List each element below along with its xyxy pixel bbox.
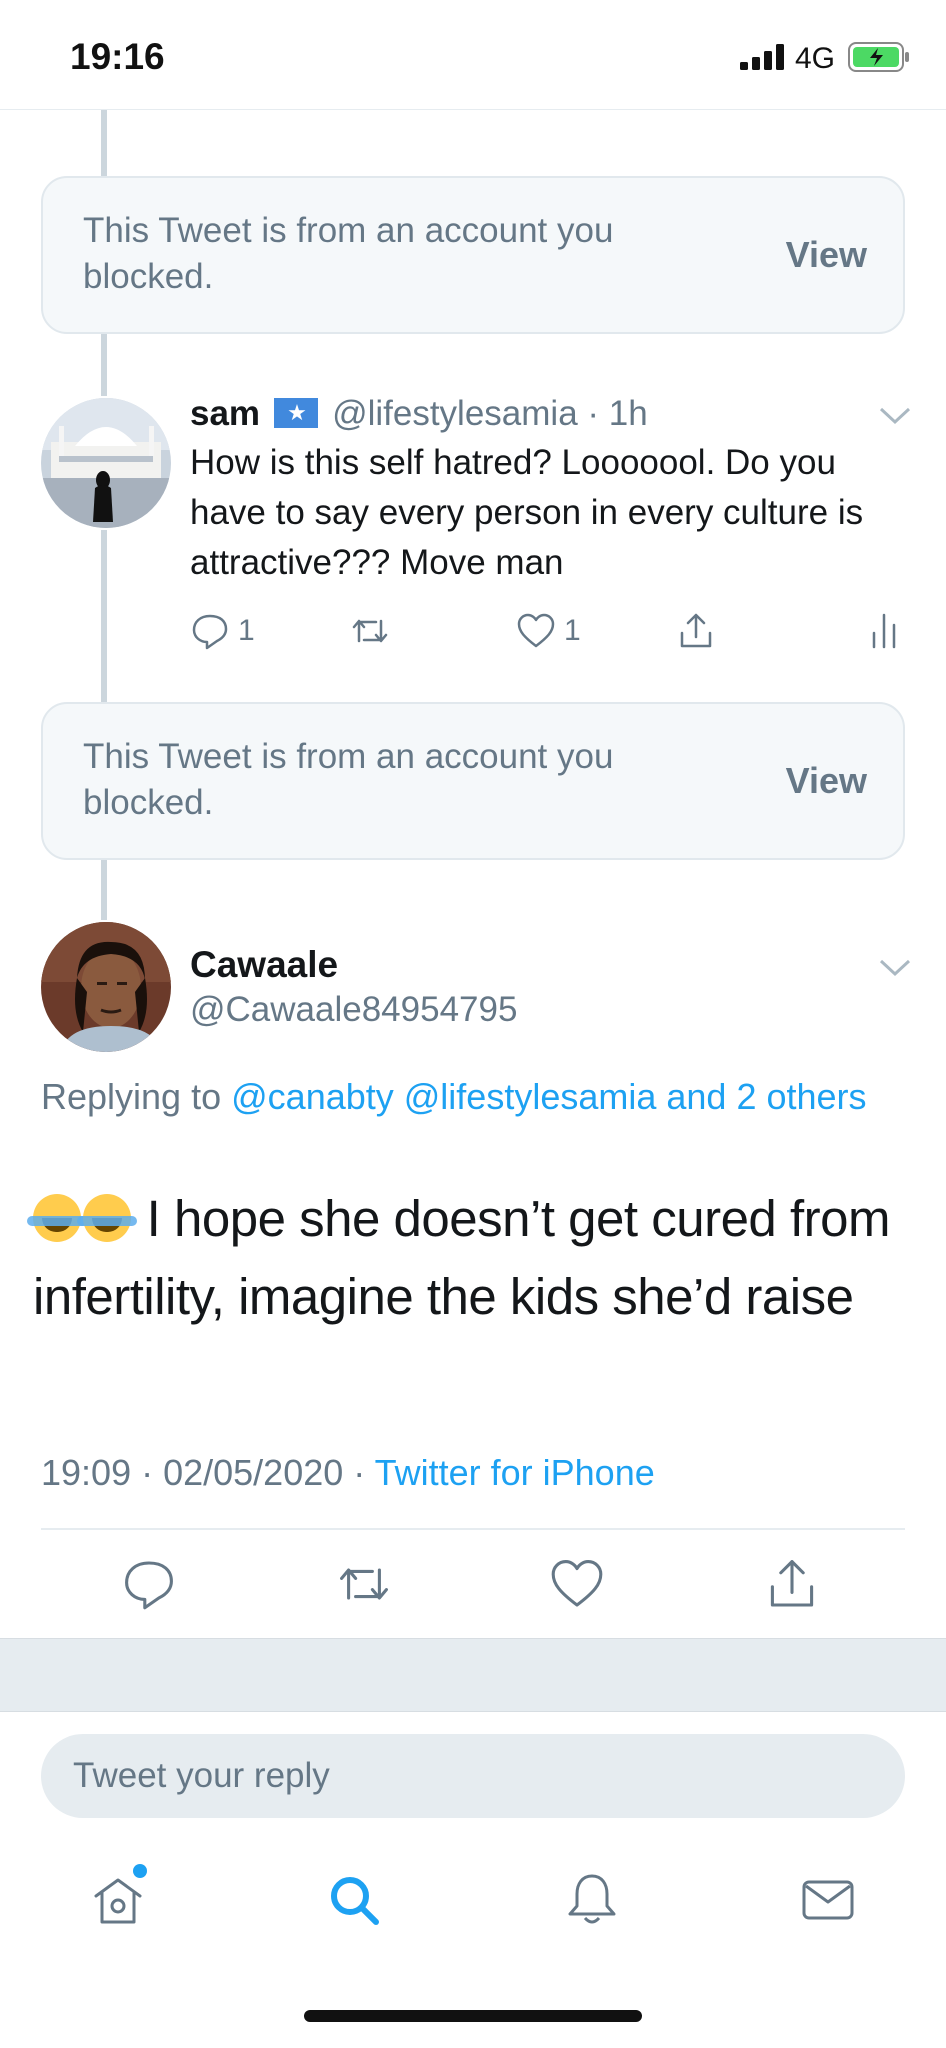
status-time: 19:16	[70, 36, 165, 77]
view-blocked-tweet-button[interactable]: View	[786, 760, 867, 802]
replying-to-users-link[interactable]: @canabty @lifestylesamia and 2 others	[231, 1076, 866, 1117]
reply-input[interactable]: Tweet your reply	[41, 1734, 905, 1818]
tears-of-joy-emoji-icon	[77, 1194, 137, 1242]
like-button[interactable]: 1	[516, 606, 581, 656]
signal-icon	[740, 44, 784, 70]
tears-of-joy-emoji-icon	[27, 1194, 87, 1242]
home-notification-dot	[133, 1864, 147, 1878]
focused-tweet-actions	[0, 1556, 946, 1616]
like-count: 1	[564, 614, 581, 647]
focused-tweet-body: I hope she doesn’t get cured from infert…	[33, 1190, 890, 1325]
home-indicator[interactable]	[304, 2010, 642, 2022]
like-button[interactable]	[549, 1556, 605, 1612]
tweet-author-name[interactable]: Cawaale	[190, 944, 338, 986]
messages-icon	[802, 1880, 854, 1920]
reply-button[interactable]	[121, 1556, 177, 1612]
share-icon	[680, 613, 712, 648]
analytics-button[interactable]	[866, 606, 906, 656]
retweet-icon	[352, 619, 388, 643]
battery-icon	[848, 42, 909, 72]
analytics-icon	[872, 613, 896, 649]
like-icon	[517, 613, 555, 648]
tab-messages[interactable]	[798, 1870, 858, 1930]
tweet-source-link[interactable]: Twitter for iPhone	[375, 1452, 655, 1493]
tweet-header: sam @lifestylesamia · 1h	[190, 394, 648, 434]
blocked-tweet-notice: This Tweet is from an account you blocke…	[41, 176, 905, 334]
tweet-timestamp: 19:09 · 02/05/2020 ·	[41, 1452, 366, 1493]
reply-count: 1	[238, 614, 255, 647]
tab-home[interactable]	[88, 1870, 148, 1930]
like-icon	[551, 1560, 603, 1607]
divider	[41, 1528, 905, 1530]
reply-input-placeholder: Tweet your reply	[73, 1756, 330, 1795]
notifications-icon	[568, 1874, 616, 1924]
status-bar: 19:16 4G	[0, 0, 946, 110]
tweet-author-handle[interactable]: @Cawaale84954795	[190, 990, 517, 1030]
avatar[interactable]	[41, 398, 171, 528]
tweet-author-name[interactable]: sam	[190, 394, 260, 433]
thread-line	[101, 110, 107, 176]
section-separator	[0, 1638, 946, 1712]
chevron-down-icon[interactable]	[878, 958, 912, 978]
tweet-time: · 1h	[587, 394, 648, 433]
retweet-button[interactable]	[350, 606, 390, 656]
replying-prefix: Replying to	[41, 1076, 222, 1117]
avatar[interactable]	[41, 922, 171, 1052]
thread-line	[101, 860, 107, 920]
tab-search[interactable]	[324, 1870, 384, 1930]
blocked-tweet-text: This Tweet is from an account you blocke…	[83, 737, 614, 822]
focused-tweet-text: I hope she doesn’t get cured from infert…	[27, 1180, 913, 1336]
share-button[interactable]	[764, 1556, 820, 1612]
view-blocked-tweet-button[interactable]: View	[786, 234, 867, 276]
thread-line	[101, 334, 107, 396]
tweet-actions: 1 1	[190, 606, 900, 656]
tab-notifications[interactable]	[562, 1870, 622, 1930]
reply-icon	[192, 614, 228, 650]
retweet-icon	[340, 1568, 388, 1600]
reply-icon	[125, 1561, 173, 1610]
share-icon	[770, 1560, 814, 1607]
blocked-tweet-notice: This Tweet is from an account you blocke…	[41, 702, 905, 860]
reply-button[interactable]: 1	[190, 606, 255, 656]
home-icon	[94, 1878, 142, 1924]
tweet-author-handle[interactable]: @lifestylesamia	[332, 394, 578, 433]
search-icon	[331, 1877, 379, 1925]
tweet-metadata: 19:09 · 02/05/2020 · Twitter for iPhone	[41, 1452, 655, 1494]
tweet-text: How is this self hatred? Looooool. Do yo…	[190, 443, 864, 582]
blocked-tweet-text: This Tweet is from an account you blocke…	[83, 211, 614, 296]
replying-to: Replying to @canabty @lifestylesamia and…	[41, 1070, 881, 1123]
thread-line	[101, 530, 107, 704]
retweet-button[interactable]	[336, 1556, 392, 1612]
chevron-down-icon[interactable]	[878, 406, 912, 426]
network-type: 4G	[795, 42, 836, 75]
somalia-flag-icon	[274, 398, 319, 428]
share-button[interactable]	[676, 606, 716, 656]
